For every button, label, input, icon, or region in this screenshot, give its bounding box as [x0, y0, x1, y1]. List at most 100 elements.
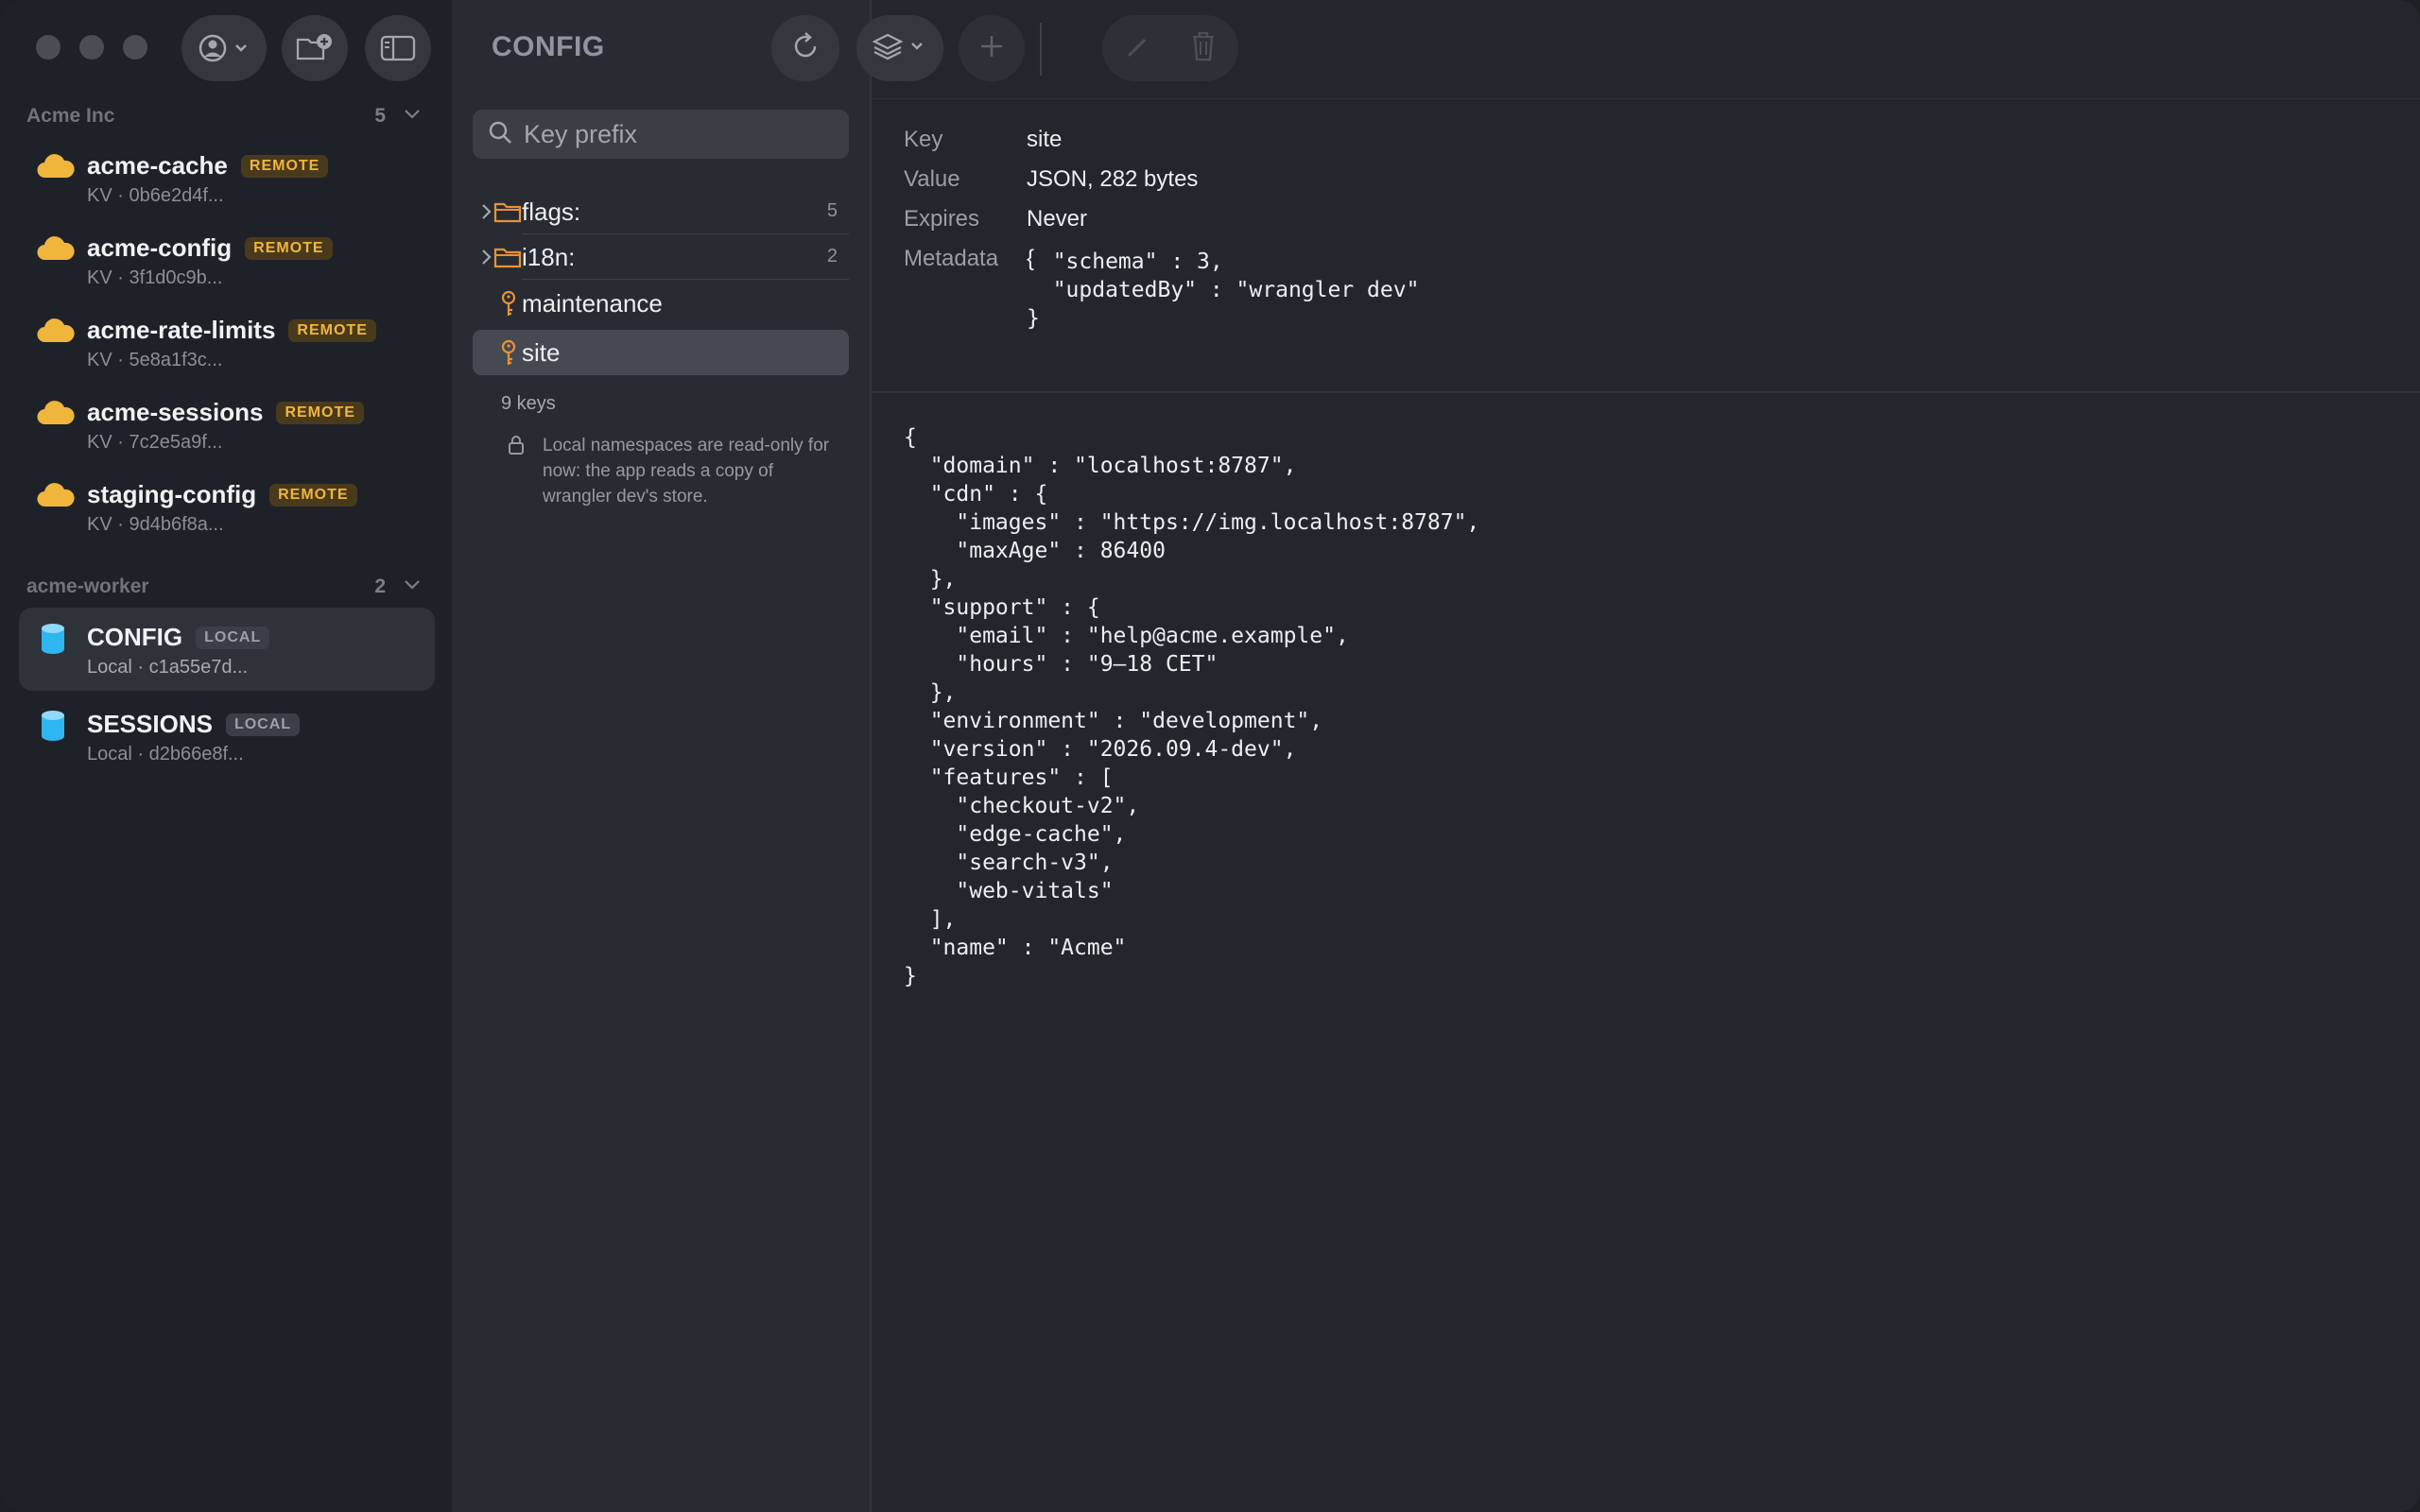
namespace-name: CONFIG LOCAL [87, 623, 270, 652]
minimize-window-button[interactable] [79, 35, 104, 60]
namespace-id: Local · d2b66e8f... [87, 744, 244, 765]
namespace-id: KV · 5e8a1f3c... [87, 350, 223, 370]
namespace-id: KV · 9d4b6f8a... [87, 514, 224, 535]
account-menu-button[interactable] [182, 15, 267, 81]
namespace-name: acme-cache REMOTE [87, 151, 329, 180]
section-header-acme-inc[interactable]: Acme Inc 5 [26, 102, 433, 130]
namespace-item-sessions[interactable]: SESSIONS LOCAL Local · d2b66e8f... [19, 695, 435, 778]
sidebar-toggle-icon [380, 34, 416, 62]
remote-badge: REMOTE [269, 484, 357, 507]
trash-icon[interactable] [1190, 30, 1217, 67]
new-namespace-button[interactable] [282, 15, 348, 81]
database-icon [36, 708, 70, 748]
namespace-name: acme-rate-limits REMOTE [87, 316, 376, 345]
refresh-icon [789, 30, 821, 67]
namespace-name: acme-config REMOTE [87, 233, 333, 263]
search-placeholder: Key prefix [524, 119, 638, 148]
key-folder-i18n[interactable]: i18n: 2 [473, 234, 849, 280]
namespace-id: Local · c1a55e7d... [87, 657, 249, 678]
info-value: site [1027, 127, 1063, 152]
namespace-item-acme-sessions[interactable]: acme-sessions REMOTE KV · 7c2e5a9f... [19, 388, 435, 470]
metadata-json: "schema" : 3, "updatedBy" : "wrangler de… [1027, 249, 1420, 331]
remote-badge: REMOTE [240, 155, 329, 178]
cloud-icon [36, 480, 76, 517]
namespace-item-acme-rate-limits[interactable]: acme-rate-limits REMOTE KV · 5e8a1f3c... [19, 306, 435, 387]
info-label: Value [904, 166, 960, 192]
key-icon [499, 290, 518, 323]
toolbar [771, 0, 2420, 99]
search-icon [488, 120, 512, 149]
info-value: Never [1027, 206, 1088, 232]
key-item-maintenance[interactable]: maintenance [473, 281, 849, 326]
chevron-down-icon [403, 575, 422, 599]
namespace-id: KV · 0b6e2d4f... [87, 185, 224, 206]
cloud-icon [36, 398, 76, 435]
toolbar-separator [1040, 23, 1042, 76]
key-total: 9 keys [501, 393, 556, 414]
database-icon [36, 621, 70, 662]
layers-icon [871, 30, 929, 67]
local-badge: LOCAL [196, 627, 270, 649]
remote-badge: REMOTE [288, 319, 376, 342]
namespace-name: acme-sessions REMOTE [87, 398, 364, 427]
info-value: JSON, 282 bytes [1027, 166, 1199, 192]
account-icon [197, 32, 251, 64]
zoom-window-button[interactable] [123, 35, 147, 60]
info-label: Metadata [904, 246, 999, 271]
chevron-right-icon[interactable] [480, 203, 493, 225]
view-mode-menu-button[interactable] [856, 15, 943, 81]
info-label: Key [904, 127, 943, 152]
key-label: maintenance [522, 289, 663, 318]
namespace-item-acme-config[interactable]: acme-config REMOTE KV · 3f1d0c9b... [19, 224, 435, 305]
new-folder-icon [295, 32, 335, 64]
add-icon [977, 32, 1006, 65]
value-json: { "domain" : "localhost:8787", "cdn" : {… [904, 425, 1480, 988]
key-count: 2 [826, 246, 838, 266]
chevron-down-icon [403, 104, 422, 129]
chevron-right-icon[interactable] [480, 249, 493, 270]
cloud-icon [36, 233, 76, 270]
section-count: 2 [374, 576, 386, 597]
cloud-icon [36, 316, 76, 352]
section-title: acme-worker [26, 576, 149, 597]
sidebar: Acme Inc 5 acme-cache REMOTE KV · 0b6e2d4… [0, 0, 452, 1512]
folder-icon [493, 246, 522, 273]
detail-panel: Key site Value JSON, 282 bytes Expires N… [771, 0, 2420, 1512]
app-window: Acme Inc 5 acme-cache REMOTE KV · 0b6e2d4… [0, 0, 2420, 1512]
namespace-item-acme-cache[interactable]: acme-cache REMOTE KV · 0b6e2d4f... [19, 142, 435, 223]
row-divider [522, 279, 849, 280]
window-title: CONFIG [492, 31, 605, 62]
edit-icon[interactable] [1124, 32, 1152, 65]
close-window-button[interactable] [36, 35, 60, 60]
lock-icon [507, 435, 526, 460]
folder-icon [493, 200, 522, 228]
namespace-name: staging-config REMOTE [87, 480, 357, 509]
refresh-button[interactable] [771, 15, 839, 81]
read-only-note: Local namespaces are read-only for now: … [543, 436, 830, 507]
key-count: 5 [826, 200, 838, 221]
namespace-id: KV · 7c2e5a9f... [87, 432, 223, 453]
key-folder-flags[interactable]: flags: 5 [473, 189, 849, 234]
section-header-acme-worker[interactable]: acme-worker 2 [26, 573, 433, 601]
key-label: i18n: [522, 243, 576, 271]
keys-panel: CONFIG Key prefix flags: 5 i18n: 2 maint… [452, 0, 870, 1512]
namespace-item-staging-config[interactable]: staging-config REMOTE KV · 9d4b6f8a... [19, 471, 435, 552]
remote-badge: REMOTE [276, 402, 364, 424]
edit-delete-group [1102, 15, 1238, 81]
remote-badge: REMOTE [245, 237, 333, 260]
section-title: Acme Inc [26, 105, 115, 127]
local-badge: LOCAL [225, 713, 301, 736]
key-label: flags: [522, 198, 581, 226]
key-icon [499, 339, 518, 372]
key-item-site[interactable]: site [473, 330, 849, 375]
key-label: site [522, 338, 561, 367]
namespace-name: SESSIONS LOCAL [87, 710, 301, 739]
section-divider [872, 391, 2420, 393]
key-prefix-search[interactable]: Key prefix [473, 110, 849, 159]
info-label: Expires [904, 206, 980, 232]
toggle-sidebar-button[interactable] [365, 15, 431, 81]
cloud-icon [36, 151, 76, 188]
add-key-button[interactable] [959, 15, 1025, 81]
namespace-id: KV · 3f1d0c9b... [87, 267, 223, 288]
namespace-item-config[interactable]: CONFIG LOCAL Local · c1a55e7d... [19, 608, 435, 691]
